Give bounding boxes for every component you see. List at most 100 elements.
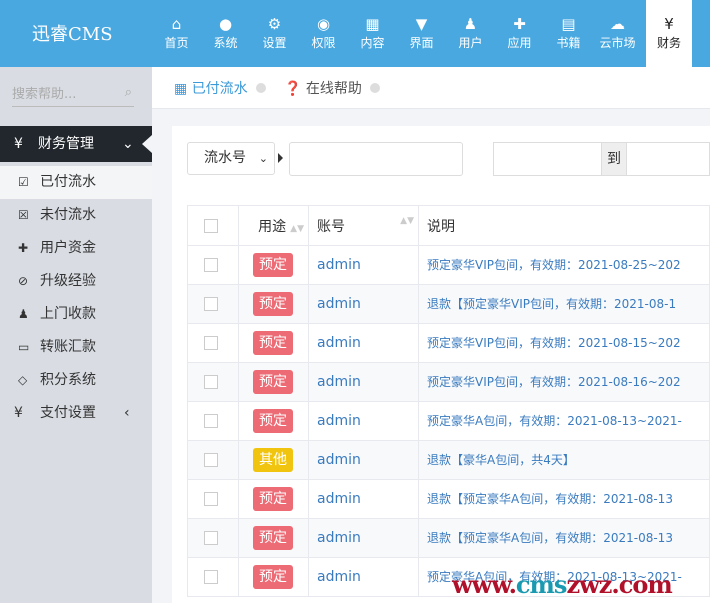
yen-icon: ¥ — [664, 15, 674, 33]
row-checkbox[interactable] — [204, 258, 218, 272]
table-row: 预定 admin 预定豪华VIP包间，有效期：2021-08-15~202 — [187, 323, 710, 363]
nav-label: 云市场 — [599, 36, 636, 50]
account-link[interactable]: admin — [308, 401, 419, 441]
usage-badge: 预定 — [253, 565, 293, 589]
sidebar-item-1[interactable]: ☒ 未付流水 — [0, 199, 152, 232]
to-label: 到 — [601, 142, 627, 176]
keyword-input[interactable] — [289, 142, 463, 176]
sidebar-item-2[interactable]: ✚ 用户资金 — [0, 232, 152, 265]
calendar-times-icon: ☒ — [18, 208, 29, 222]
home-icon: ⌂ — [171, 15, 182, 33]
account-link[interactable]: admin — [308, 284, 419, 324]
nav-item-1[interactable]: ● 系统 — [201, 0, 250, 67]
row-select-cell — [187, 440, 239, 480]
row-checkbox[interactable] — [204, 531, 218, 545]
top-nav: ⌂ 首页 ● 系统 ⚙ 设置 ◉ 权限 ▦ 内容 ▼ 界面 ♟ 用户 ✚ 应用 ▤ 书籍 ☁ 云市场 ¥ 财务 — [152, 0, 692, 67]
header-desc: 说明 — [418, 205, 710, 246]
watermark: www.cmszwz.com — [452, 570, 673, 599]
row-checkbox[interactable] — [204, 414, 218, 428]
nav-item-8[interactable]: ▤ 书籍 — [544, 0, 593, 67]
description-cell: 预定豪华VIP包间，有效期：2021-08-25~202 — [418, 245, 710, 285]
row-select-cell — [187, 284, 239, 324]
row-select-cell — [187, 557, 239, 597]
nav-label: 设置 — [262, 36, 287, 50]
usage-cell: 预定 — [238, 323, 309, 363]
header-account[interactable]: 账号 ▲▼ — [308, 205, 419, 246]
row-checkbox[interactable] — [204, 570, 218, 584]
group-label: 财务管理 — [38, 136, 94, 152]
sidebar-item-label: 积分系统 — [40, 372, 96, 388]
sidebar-group-finance[interactable]: ¥ 财务管理 ⌄ — [0, 126, 152, 162]
chevron-left-icon: ‹ — [124, 405, 130, 421]
table-row: 预定 admin 退款【预定豪华VIP包间，有效期：2021-08-1 — [187, 284, 710, 324]
sidebar-group-payment-settings[interactable]: ¥ 支付设置 ‹ — [0, 397, 152, 430]
row-select-cell — [187, 479, 239, 519]
date-start-input[interactable] — [493, 142, 601, 176]
account-link[interactable]: admin — [308, 479, 419, 519]
usage-badge: 预定 — [253, 526, 293, 550]
row-checkbox[interactable] — [204, 453, 218, 467]
nav-item-0[interactable]: ⌂ 首页 — [152, 0, 201, 67]
sidebar-item-5[interactable]: ▭ 转账汇款 — [0, 331, 152, 364]
header-usage-label: 用途 — [258, 218, 287, 235]
search-icon[interactable]: ⌕ — [125, 85, 132, 100]
nav-item-10[interactable]: ¥ 财务 — [646, 0, 692, 67]
date-end-input[interactable] — [627, 142, 710, 176]
nav-label: 用户 — [458, 36, 483, 50]
sidebar-item-6[interactable]: ◇ 积分系统 — [0, 364, 152, 397]
nav-item-3[interactable]: ◉ 权限 — [299, 0, 348, 67]
account-link[interactable]: admin — [308, 518, 419, 558]
header-usage[interactable]: 用途 ▲▼ — [238, 205, 309, 246]
nav-item-2[interactable]: ⚙ 设置 — [250, 0, 299, 67]
account-link[interactable]: admin — [308, 323, 419, 363]
sidebar-item-4[interactable]: ♟ 上门收款 — [0, 298, 152, 331]
account-link[interactable]: admin — [308, 557, 419, 597]
chevron-down-icon: ⌄ — [122, 136, 134, 152]
sidebar-item-0[interactable]: ☑ 已付流水 — [0, 166, 152, 199]
account-link[interactable]: admin — [308, 440, 419, 480]
row-checkbox[interactable] — [204, 297, 218, 311]
nav-item-7[interactable]: ✚ 应用 — [495, 0, 544, 67]
description-cell: 退款【预定豪华A包间，有效期：2021-08-13 — [418, 479, 710, 519]
breadcrumb-current[interactable]: ▦ 已付流水 — [174, 78, 266, 98]
nav-item-6[interactable]: ♟ 用户 — [446, 0, 495, 67]
cloud-icon: ☁ — [610, 15, 625, 33]
plus-icon: ✚ — [18, 241, 29, 255]
table-row: 预定 admin 退款【预定豪华A包间，有效期：2021-08-13 — [187, 518, 710, 558]
sidebar-item-label: 上门收款 — [40, 306, 96, 322]
nav-label: 系统 — [213, 36, 238, 50]
gears-icon: ⚙ — [267, 15, 282, 33]
nav-label: 首页 — [164, 36, 189, 50]
nav-item-4[interactable]: ▦ 内容 — [348, 0, 397, 67]
row-checkbox[interactable] — [204, 375, 218, 389]
usage-cell: 预定 — [238, 284, 309, 324]
nav-item-9[interactable]: ☁ 云市场 — [593, 0, 642, 67]
account-link[interactable]: admin — [308, 245, 419, 285]
top-bar: 迅睿CMS ⌂ 首页 ● 系统 ⚙ 设置 ◉ 权限 ▦ 内容 ▼ 界面 ♟ 用户 ✚ 应用 ▤ 书籍 ☁ 云市场 ¥ 财务 — [0, 0, 710, 67]
puzzle-icon: ✚ — [513, 15, 526, 33]
sidebar-item-3[interactable]: ⊘ 升级经验 — [0, 265, 152, 298]
breadcrumb-help[interactable]: ❓ 在线帮助 — [284, 78, 380, 98]
field-select[interactable]: 流水号 ⌄ — [187, 142, 275, 175]
row-checkbox[interactable] — [204, 336, 218, 350]
nav-item-5[interactable]: ▼ 界面 — [397, 0, 446, 67]
help-search-input[interactable]: 搜索帮助... ⌕ — [12, 83, 134, 107]
description-cell: 预定豪华VIP包间，有效期：2021-08-16~202 — [418, 362, 710, 402]
nav-label: 应用 — [507, 36, 532, 50]
sidebar-item-label: 已付流水 — [40, 174, 96, 190]
nav-label: 权限 — [311, 36, 336, 50]
select-all-checkbox[interactable] — [204, 218, 218, 233]
breadcrumb: ▦ 已付流水 ❓ 在线帮助 — [152, 67, 710, 109]
account-link[interactable]: admin — [308, 362, 419, 402]
yen-icon: ¥ — [14, 136, 23, 152]
search-placeholder: 搜索帮助... — [12, 87, 77, 102]
table-row: 预定 admin 预定豪华VIP包间，有效期：2021-08-16~202 — [187, 362, 710, 402]
description-cell: 预定豪华VIP包间，有效期：2021-08-15~202 — [418, 323, 710, 363]
row-checkbox[interactable] — [204, 492, 218, 506]
sort-icon: ▲▼ — [290, 223, 304, 234]
content-panel: 流水号 ⌄ 到 用途 ▲▼ 账号 ▲▼ 说明 预定 admin 预定豪华VIP包间，有… — [172, 126, 710, 603]
calendar-check-icon: ☑ — [18, 175, 29, 189]
grid-icon: ▦ — [365, 15, 380, 33]
globe-icon: ● — [218, 15, 233, 33]
row-select-cell — [187, 362, 239, 402]
